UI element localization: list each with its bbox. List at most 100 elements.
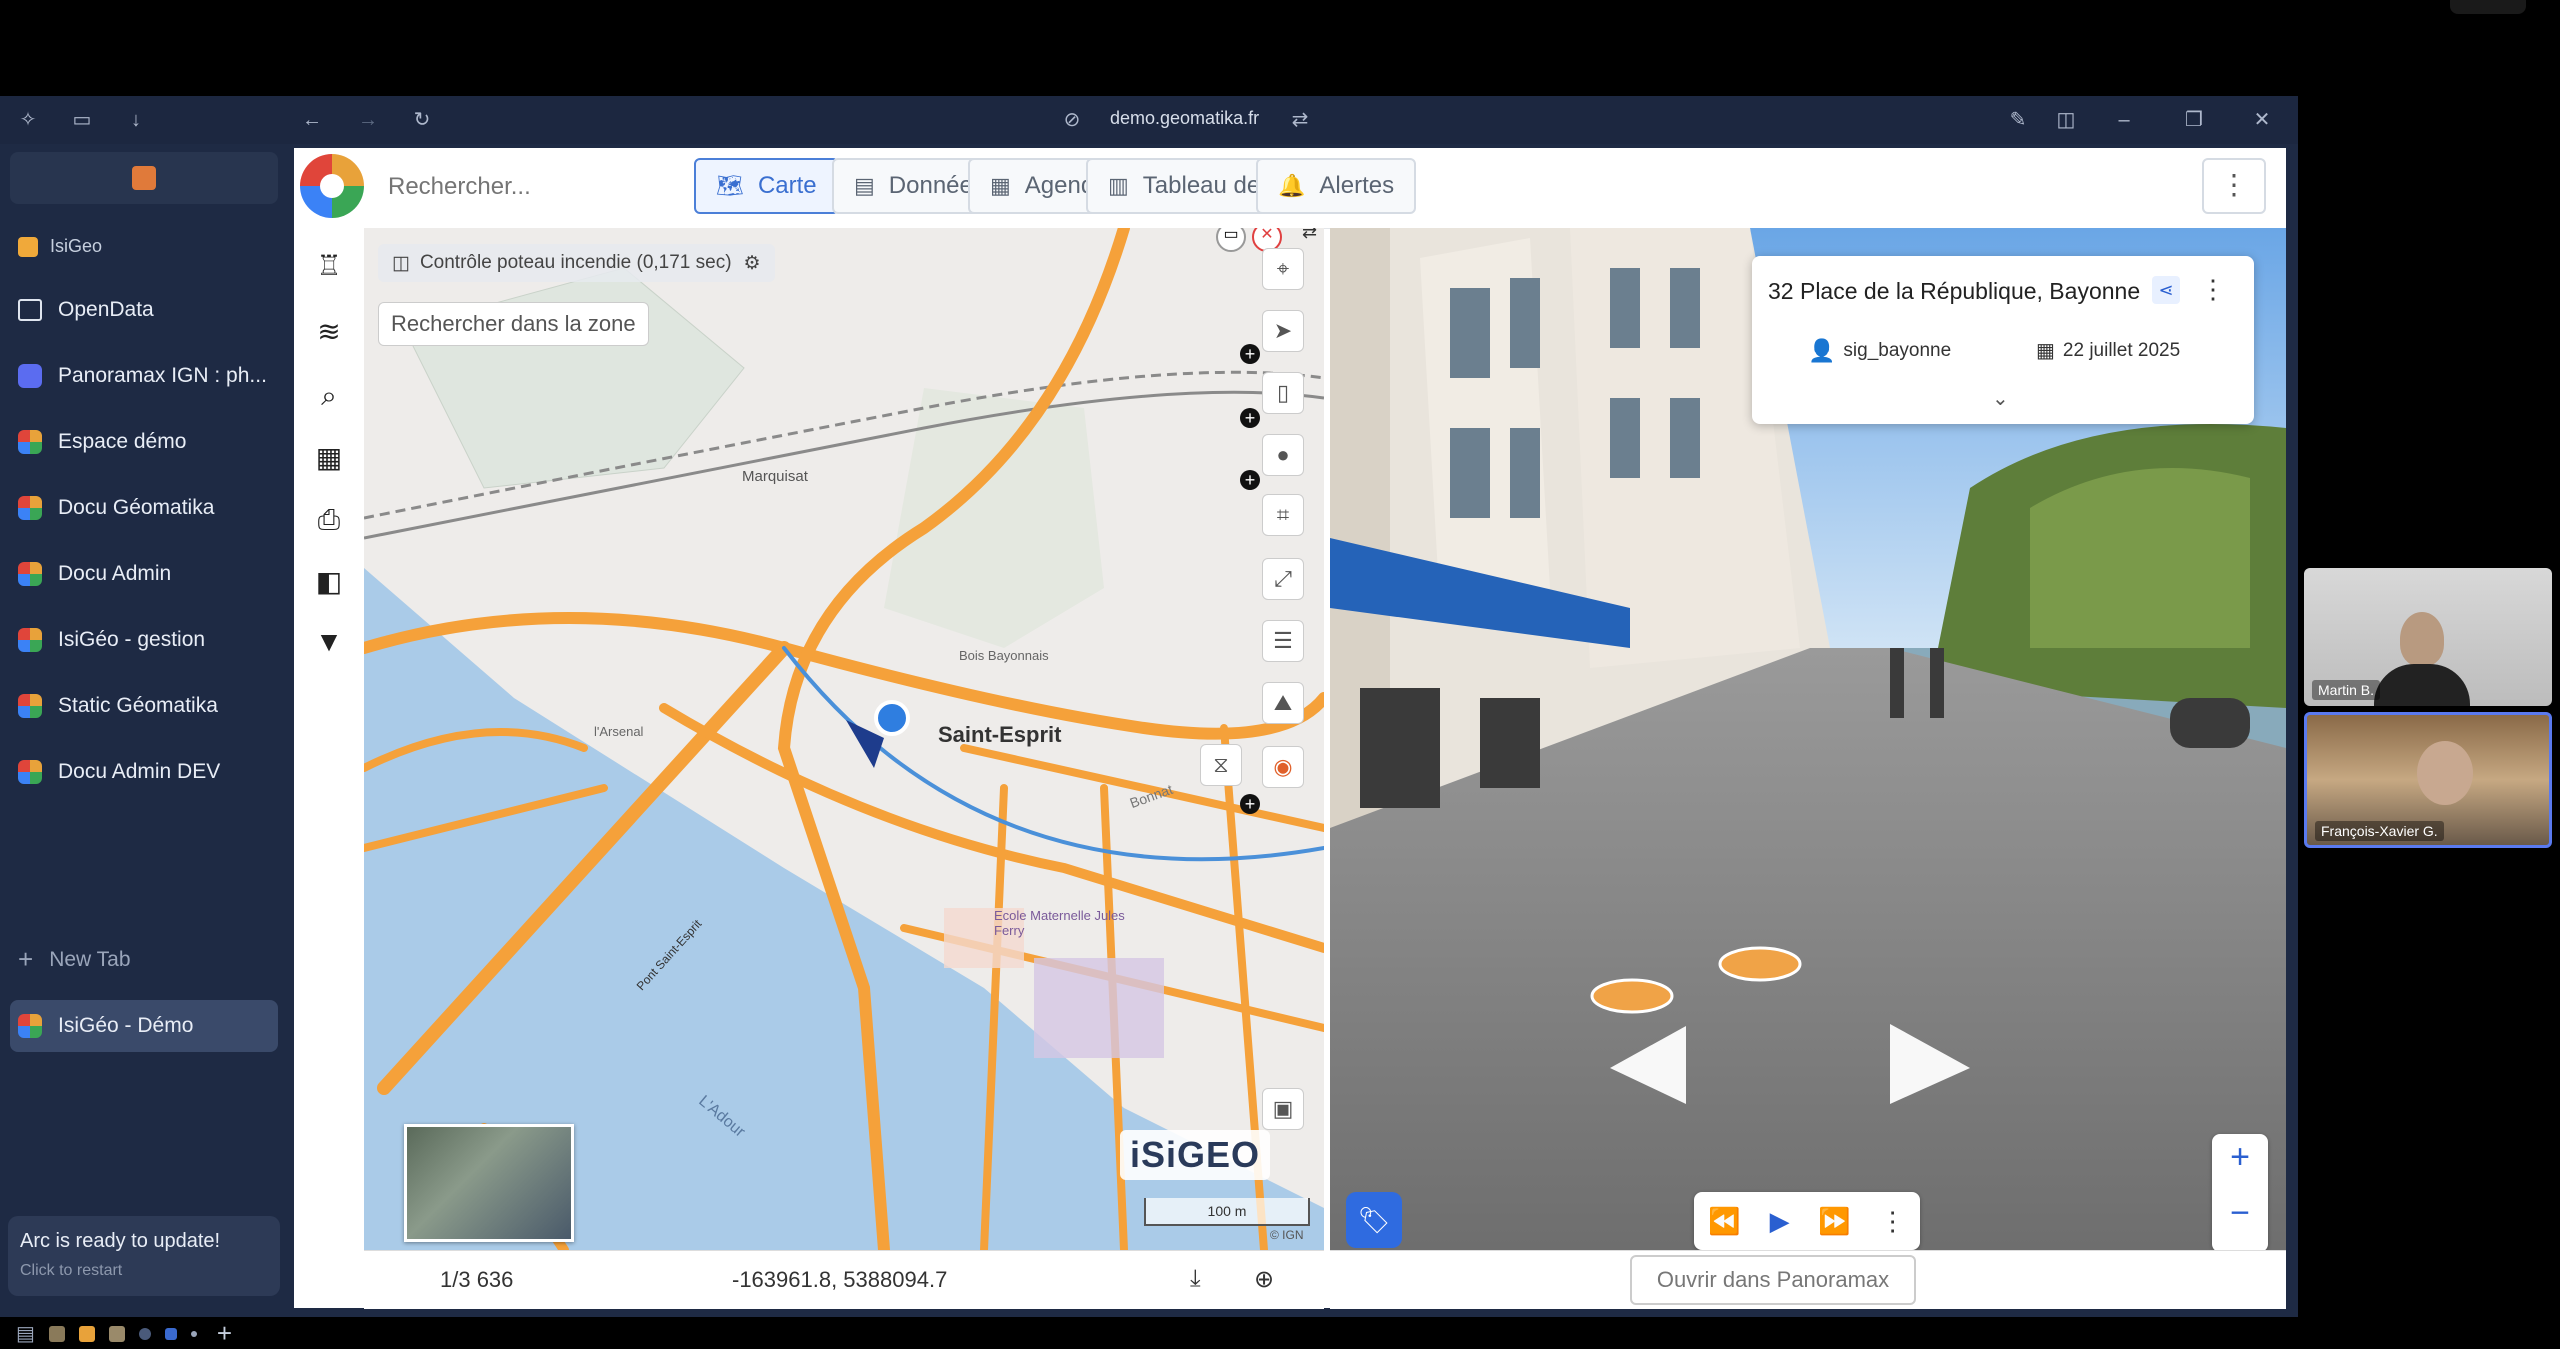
- sidebar-item[interactable]: Panoramax IGN : ph...: [10, 350, 278, 402]
- favicon-icon: [18, 299, 42, 321]
- participant-tile-active[interactable]: François-Xavier G.: [2304, 712, 2552, 848]
- map-scale-value[interactable]: 1/3 636: [440, 1267, 513, 1293]
- sidebar-toggle-icon[interactable]: ▭: [70, 108, 94, 132]
- space-dot-icon[interactable]: [190, 1330, 197, 1337]
- space-dot-icon[interactable]: [78, 1325, 95, 1342]
- fullscreen-icon[interactable]: ⤢: [1262, 558, 1304, 600]
- basemap-thumbnail[interactable]: [404, 1124, 574, 1242]
- more-options-icon[interactable]: ⋮: [1880, 1206, 1906, 1237]
- scale-bar: 100 m: [1144, 1198, 1310, 1226]
- pinned-tab[interactable]: [10, 152, 278, 204]
- pointer-icon[interactable]: ➤: [1262, 310, 1304, 352]
- folder-isigeo[interactable]: IsiGeo: [18, 236, 102, 257]
- update-banner[interactable]: Arc is ready to update! Click to restart: [8, 1216, 280, 1296]
- swap-icon[interactable]: ⇄: [1302, 228, 1317, 243]
- author-name: sig_bayonne: [1843, 340, 1952, 361]
- minimize-icon[interactable]: –: [2112, 108, 2136, 132]
- sidebar-item-label: Docu Admin DEV: [58, 760, 221, 783]
- arc-icon[interactable]: ✧: [16, 108, 40, 132]
- add-icon[interactable]: +: [1240, 470, 1260, 490]
- select-zone-icon[interactable]: ⌗: [1262, 494, 1304, 536]
- plus-icon: +: [18, 944, 34, 974]
- url-bar[interactable]: demo.geomatika.fr: [1110, 108, 1259, 132]
- sidebar-footer: ▤ +: [16, 1318, 232, 1349]
- tab-carte[interactable]: 🗺 Carte: [694, 158, 839, 214]
- space-dot-icon[interactable]: [138, 1327, 151, 1340]
- map-view[interactable]: Marquisat Saint-Esprit Bois Bayonnais l'…: [364, 228, 1324, 1250]
- isigeo-logo[interactable]: [300, 154, 364, 218]
- tag-icon[interactable]: 🏷: [1346, 1192, 1402, 1248]
- layer-status-chip[interactable]: ◫ Contrôle poteau incendie (0,171 sec) ⚙: [378, 244, 775, 282]
- calendar-icon[interactable]: ▦: [311, 440, 347, 476]
- new-tab-button[interactable]: + New Tab: [18, 944, 131, 975]
- layers-icon[interactable]: ≋: [311, 314, 347, 350]
- search-input[interactable]: [386, 166, 670, 208]
- split-view-icon[interactable]: ◫: [2054, 108, 2078, 132]
- sidebar-item[interactable]: Docu Géomatika: [10, 482, 278, 534]
- panorama-author: 👤 sig_bayonne: [1808, 338, 1951, 364]
- fast-forward-icon[interactable]: ⏩: [1818, 1206, 1850, 1237]
- sidebar-item[interactable]: Docu Admin: [10, 548, 278, 600]
- map-canvas[interactable]: [364, 228, 1324, 1250]
- search-icon[interactable]: ⌕: [311, 378, 347, 414]
- sidebar-item-label: IsiGéo - Démo: [58, 1014, 194, 1037]
- favicon-icon: [18, 694, 42, 718]
- site-settings-icon[interactable]: ⇄: [1288, 108, 1312, 132]
- maximize-icon[interactable]: ❐: [2182, 108, 2206, 132]
- layers-switch-icon[interactable]: ▣: [1262, 1088, 1304, 1130]
- close-icon[interactable]: ✕: [2250, 108, 2274, 132]
- pinned-favicon: [132, 166, 156, 190]
- share-icon[interactable]: ⋖: [2152, 276, 2180, 304]
- gear-icon[interactable]: ⚙: [744, 252, 761, 275]
- play-icon[interactable]: ▶: [1770, 1206, 1790, 1237]
- robot-icon[interactable]: ♖: [311, 248, 347, 284]
- date-value: 22 juillet 2025: [2062, 339, 2181, 361]
- print-icon[interactable]: ⎙: [311, 502, 347, 538]
- panorama-address: 32 Place de la République, Bayonne: [1768, 278, 2141, 304]
- list-icon[interactable]: ☰: [1262, 620, 1304, 662]
- filter-icon[interactable]: ▼: [311, 624, 347, 660]
- panorama-status-bar: Ouvrir dans Panoramax: [1330, 1250, 2286, 1309]
- bell-icon: 🔔: [1278, 173, 1306, 198]
- archive-icon[interactable]: ▤: [16, 1321, 35, 1346]
- zoom-controls: + −: [2212, 1134, 2268, 1252]
- globe-icon[interactable]: ⊕: [1254, 1265, 1274, 1294]
- panorama-icon[interactable]: ◉: [1262, 746, 1304, 788]
- space-dot-icon[interactable]: [48, 1325, 65, 1342]
- sidebar-item[interactable]: Espace démo: [10, 416, 278, 468]
- more-menu-button[interactable]: ⋮: [2202, 158, 2266, 214]
- add-space-icon[interactable]: +: [217, 1318, 232, 1349]
- sidebar-item[interactable]: OpenData: [10, 284, 278, 336]
- back-icon[interactable]: ←: [300, 108, 324, 132]
- open-panoramax-button[interactable]: Ouvrir dans Panoramax: [1630, 1255, 1916, 1305]
- download-map-icon[interactable]: ⤓: [1190, 1265, 1201, 1293]
- forward-icon[interactable]: →: [356, 108, 380, 132]
- draw-icon[interactable]: ●: [1262, 434, 1304, 476]
- reload-icon[interactable]: ↻: [410, 108, 434, 132]
- expand-chevron-icon[interactable]: ⌄: [1992, 386, 2009, 411]
- add-icon[interactable]: +: [1240, 794, 1260, 814]
- window-control[interactable]: [2450, 0, 2526, 14]
- download-icon[interactable]: ↓: [124, 108, 148, 132]
- participant-tile[interactable]: Martin B.: [2304, 568, 2552, 706]
- more-icon[interactable]: ⋮: [2200, 274, 2226, 305]
- rewind-icon[interactable]: ⏪: [1708, 1206, 1740, 1237]
- add-icon[interactable]: +: [1240, 408, 1260, 428]
- eyedropper-icon[interactable]: ✎: [2006, 108, 2030, 132]
- streetview-icon[interactable]: ⛰: [1262, 682, 1304, 724]
- sidebar-item[interactable]: IsiGéo - gestion: [10, 614, 278, 666]
- space-dot-icon[interactable]: [164, 1327, 177, 1340]
- map-book-icon[interactable]: ◧: [311, 564, 347, 600]
- zoom-out-button[interactable]: −: [2212, 1194, 2268, 1246]
- sidebar-item-isigeo-demo[interactable]: IsiGéo - Démo: [10, 1000, 278, 1052]
- zoom-in-button[interactable]: +: [2212, 1138, 2268, 1190]
- add-icon[interactable]: +: [1240, 344, 1260, 364]
- sidebar-item[interactable]: Static Géomatika: [10, 680, 278, 732]
- measure-icon[interactable]: ▯: [1262, 372, 1304, 414]
- space-dot-icon[interactable]: [108, 1325, 125, 1342]
- filter-map-icon[interactable]: ⧖: [1200, 744, 1242, 786]
- zone-search-button[interactable]: Rechercher dans la zone: [378, 302, 649, 346]
- locate-icon[interactable]: ⌖: [1262, 248, 1304, 290]
- tab-alertes[interactable]: 🔔 Alertes: [1256, 158, 1417, 214]
- sidebar-item[interactable]: Docu Admin DEV: [10, 746, 278, 798]
